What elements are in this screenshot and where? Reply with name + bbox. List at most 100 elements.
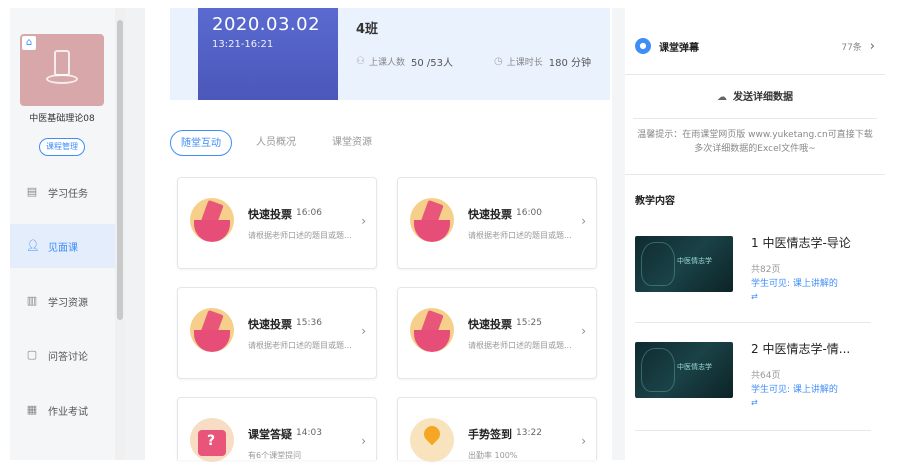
thumbnail-title: 中医情志学 — [677, 257, 712, 265]
book-icon: ▥ — [26, 294, 38, 307]
chevron-right-icon: › — [361, 214, 366, 228]
divider — [635, 430, 871, 431]
activity-card[interactable]: 快速投票 15:36 请根据老师口述的题目或题... › — [177, 287, 377, 379]
lesson-title: 2 中医情志学-情... — [751, 342, 851, 356]
attendance-stat: ⚇ 上课人数 50 /53人 — [356, 54, 453, 69]
orbit-decoration — [46, 74, 78, 84]
lesson-pages: 共82页 — [751, 265, 781, 275]
lesson-item[interactable]: 中医情志学 2 中医情志学-情... 共64页 学生可见: 课上讲解的 ⇄ — [635, 330, 875, 420]
chat-icon: ▢ — [26, 348, 38, 361]
lesson-item[interactable]: 中医情志学 1 中医情志学-导论 共82页 学生可见: 课上讲解的 ⇄ — [635, 224, 875, 314]
activity-title: 快速投票 — [468, 208, 512, 221]
attendance-value: 50 /53人 — [410, 58, 453, 69]
person-icon: 👤︎ — [26, 239, 40, 252]
teaching-content-title: 教学内容 — [635, 196, 675, 207]
right-gutter — [612, 8, 625, 460]
sidebar-item-discussion[interactable]: ▢ 问答讨论 — [10, 333, 115, 377]
lesson-pages: 共64页 — [751, 371, 781, 381]
activity-desc: 请根据老师口述的题目或题... — [468, 231, 572, 240]
activity-title: 课堂答疑 — [248, 428, 292, 441]
vote-icon — [410, 198, 454, 242]
activity-time: 15:25 — [516, 318, 542, 328]
question-icon — [190, 418, 234, 462]
sidebar-item-meeting[interactable]: 👤︎ 见面课 — [10, 224, 115, 268]
divider — [635, 322, 871, 323]
activity-time: 16:06 — [296, 208, 322, 218]
sidebar-scroll-thumb[interactable] — [117, 20, 123, 320]
bullet-comment-icon: ● — [635, 38, 651, 54]
swap-icon[interactable]: ⇄ — [751, 398, 758, 407]
document-icon: ▤ — [26, 185, 38, 198]
thumbnail-title: 中医情志学 — [677, 363, 712, 371]
gutter — [125, 8, 145, 460]
activity-time: 14:03 — [296, 428, 322, 438]
head-illustration — [641, 242, 675, 286]
sidebar-item-label: 学习任务 — [48, 188, 88, 200]
activity-card[interactable]: 快速投票 16:06 请根据老师口述的题目或题... › — [177, 177, 377, 269]
chevron-right-icon: › — [581, 324, 586, 338]
tab-interactions[interactable]: 随堂互动 — [170, 130, 232, 156]
sidebar-item-label: 问答讨论 — [48, 351, 88, 363]
session-date-card: 2020.03.02 13:21-16:21 — [198, 8, 338, 100]
activity-card[interactable]: 快速投票 15:25 请根据老师口述的题目或题... › — [397, 287, 597, 379]
vote-icon — [190, 198, 234, 242]
divider — [625, 74, 885, 75]
lesson-thumbnail: 中医情志学 — [635, 236, 733, 292]
head-illustration — [641, 348, 675, 392]
lesson-title: 1 中医情志学-导论 — [751, 236, 851, 250]
clock-icon: ◷ — [494, 56, 503, 67]
activity-title: 快速投票 — [468, 318, 512, 331]
duration-value: 180 分钟 — [548, 58, 592, 69]
activity-desc: 请根据老师口述的题目或题... — [248, 231, 352, 240]
tab-resources[interactable]: 课堂资源 — [326, 130, 378, 156]
send-data-label: 发送详细数据 — [733, 92, 793, 103]
lesson-visibility[interactable]: 学生可见: 课上讲解的 — [751, 382, 838, 395]
session-date: 2020.03.02 — [212, 14, 321, 35]
sign-in-icon — [410, 418, 454, 462]
chevron-right-icon: › — [361, 434, 366, 448]
activity-title: 手势签到 — [468, 428, 512, 441]
divider — [625, 174, 885, 175]
activity-desc: 出勤率 100% — [468, 451, 518, 460]
activity-card[interactable]: 手势签到 13:22 出勤率 100% › — [397, 397, 597, 462]
bullet-comments-row[interactable]: ● 课堂弹幕 77条 › — [625, 28, 885, 64]
sidebar-item-exams[interactable]: ▦ 作业考试 — [10, 388, 115, 432]
cloud-icon: ☁ — [717, 92, 727, 103]
sidebar-item-label: 见面课 — [48, 242, 78, 254]
activity-title: 快速投票 — [248, 318, 292, 331]
vote-icon — [410, 308, 454, 352]
lesson-thumbnail: 中医情志学 — [635, 342, 733, 398]
tab-overview[interactable]: 人员概况 — [250, 130, 302, 156]
course-name: 中医基础理论08 — [29, 114, 95, 124]
bullet-comments-label: 课堂弹幕 — [659, 42, 699, 54]
chevron-right-icon: › — [361, 324, 366, 338]
activity-desc: 请根据老师口述的题目或题... — [468, 341, 572, 350]
chevron-right-icon: › — [581, 434, 586, 448]
activity-title: 快速投票 — [248, 208, 292, 221]
activity-time: 16:00 — [516, 208, 542, 218]
people-icon: ⚇ — [356, 56, 365, 67]
sidebar-item-label: 学习资源 — [48, 297, 88, 309]
duration-stat: ◷ 上课时长 180 分钟 — [494, 54, 591, 69]
duration-label: 上课时长 — [506, 58, 543, 68]
phone-icon — [54, 50, 70, 76]
lesson-visibility[interactable]: 学生可见: 课上讲解的 — [751, 276, 838, 289]
home-icon[interactable]: ⌂ — [22, 36, 36, 50]
activity-desc: 请根据老师口述的题目或题... — [248, 341, 352, 350]
activity-time: 15:36 — [296, 318, 322, 328]
send-data-button[interactable]: ☁ 发送详细数据 — [625, 88, 885, 103]
chevron-right-icon: › — [581, 214, 586, 228]
activity-time: 13:22 — [516, 428, 542, 438]
bullet-comments-count: 77条 — [841, 42, 862, 53]
exam-icon: ▦ — [26, 403, 38, 416]
sidebar-item-resources[interactable]: ▥ 学习资源 — [10, 279, 115, 323]
divider — [633, 118, 877, 119]
course-manage-button[interactable]: 课程管理 — [39, 138, 85, 156]
course-cover[interactable]: ⌂ — [20, 34, 104, 106]
sidebar-item-label: 作业考试 — [48, 406, 88, 418]
app-root: ⌂ 中医基础理论08 课程管理 ▤ 学习任务 👤︎ 见面课 ▥ 学习资源 ▢ 问… — [0, 0, 900, 470]
swap-icon[interactable]: ⇄ — [751, 292, 758, 301]
sidebar-item-tasks[interactable]: ▤ 学习任务 — [10, 170, 115, 214]
activity-card[interactable]: 课堂答疑 14:03 有6个课堂提问 › — [177, 397, 377, 462]
activity-card[interactable]: 快速投票 16:00 请根据老师口述的题目或题... › — [397, 177, 597, 269]
